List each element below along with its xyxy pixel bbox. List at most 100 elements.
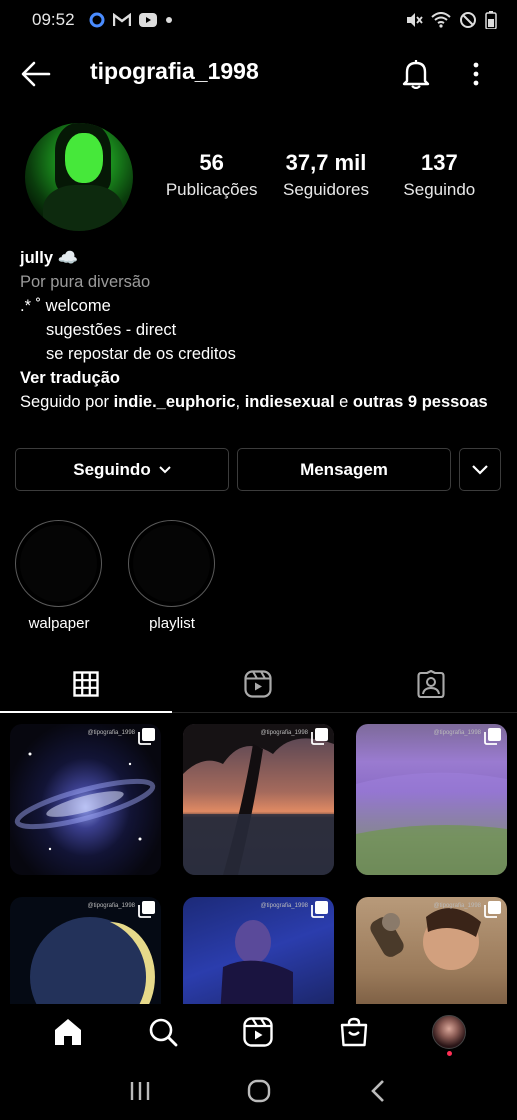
notification-dot: [447, 1051, 453, 1056]
notifications-button[interactable]: [398, 56, 434, 92]
highlight-label: walpaper: [28, 615, 90, 632]
multiple-posts-icon: [484, 728, 501, 745]
home-circle-icon: [247, 1079, 270, 1103]
post-watermark: @tipografia_1998: [433, 903, 481, 909]
bio-line-credits: se repostar de os creditos: [46, 345, 236, 363]
shop-icon: [340, 1017, 368, 1047]
multiple-posts-icon: [138, 728, 155, 745]
highlight-cover: [128, 520, 215, 607]
nav-home[interactable]: [46, 1010, 90, 1054]
stat-following-label: Seguindo: [403, 180, 476, 199]
post-thumbnail-singer-vintage[interactable]: @tipografia_1998: [356, 897, 507, 1004]
post-thumbnail-lavender-field[interactable]: @tipografia_1998: [356, 724, 507, 875]
gmail-icon: [112, 13, 131, 27]
recent-apps-icon: [130, 1082, 149, 1100]
post-thumbnail-car-blue[interactable]: @tipografia_1998: [183, 897, 334, 1004]
post-watermark: @tipografia_1998: [87, 903, 135, 909]
bottom-navigation: [0, 1004, 517, 1060]
post-watermark: @tipografia_1998: [87, 730, 135, 736]
following-button[interactable]: Seguindo: [15, 448, 229, 491]
story-highlights: walpaper playlist: [15, 520, 216, 632]
tab-tagged[interactable]: [345, 655, 517, 712]
grid-icon: [73, 670, 99, 697]
chevron-down-icon: [472, 464, 488, 475]
stat-following-value: 137: [420, 150, 458, 175]
recent-apps-button[interactable]: [118, 1069, 162, 1113]
nav-shop[interactable]: [332, 1010, 376, 1054]
following-button-label: Seguindo: [73, 459, 151, 479]
nav-search[interactable]: [141, 1010, 185, 1054]
post-thumbnail-sunset-tree[interactable]: @tipografia_1998: [183, 724, 334, 875]
followed-by-prefix: Seguido por: [20, 393, 114, 411]
dot-icon: [165, 16, 173, 24]
youtube-icon: [138, 13, 157, 27]
followed-by[interactable]: Seguido por indie._euphoric, indiesexual…: [20, 390, 495, 414]
profile-header: tipografia_1998: [0, 48, 517, 98]
posts-grid: @tipografia_1998 @tipografia_1998 @tipog…: [10, 724, 510, 1004]
highlight-label: playlist: [149, 615, 195, 632]
tab-posts-grid[interactable]: [0, 655, 173, 713]
stat-posts[interactable]: 56 Publicações: [150, 150, 273, 200]
chevron-down-icon: [159, 465, 171, 473]
stat-followers-label: Seguidores: [282, 180, 369, 199]
message-button[interactable]: Mensagem: [237, 448, 451, 491]
see-translation-link[interactable]: Ver tradução: [20, 366, 500, 390]
back-system-button[interactable]: [356, 1069, 400, 1113]
followed-by-and: e: [334, 393, 353, 411]
post-watermark: @tipografia_1998: [433, 730, 481, 736]
wifi-icon: [431, 12, 451, 28]
mute-icon: [405, 11, 423, 29]
stat-followers[interactable]: 37,7 mil Seguidores: [273, 150, 378, 200]
battery-icon: [485, 11, 497, 29]
suggested-accounts-button[interactable]: [459, 448, 501, 491]
highlight-cover: [15, 520, 102, 607]
back-button[interactable]: [18, 56, 54, 92]
circle-app-icon: [89, 12, 105, 28]
more-options-button[interactable]: [460, 56, 492, 92]
status-time: 09:52: [32, 10, 75, 29]
nav-profile[interactable]: [427, 1010, 471, 1056]
message-button-label: Mensagem: [300, 459, 388, 479]
system-navigation: [0, 1062, 517, 1120]
status-right: [405, 11, 497, 29]
stat-posts-value: 56: [199, 150, 224, 175]
profile-stats: 56 Publicações 37,7 mil Seguidores 137 S…: [150, 150, 500, 200]
post-thumbnail-galaxy[interactable]: @tipografia_1998: [10, 724, 161, 875]
status-left: 09:52: [32, 10, 173, 30]
bell-icon: [402, 60, 430, 89]
bio-line-suggestions: sugestões - direct: [46, 321, 177, 339]
stat-posts-label: Publicações: [165, 180, 258, 199]
home-icon: [54, 1019, 81, 1045]
reels-icon: [243, 1017, 274, 1047]
avatar-face: [65, 133, 103, 183]
followed-by-more[interactable]: outras 9 pessoas: [353, 393, 488, 411]
multiple-posts-icon: [311, 728, 328, 745]
dnd-icon: [459, 11, 477, 29]
multiple-posts-icon: [484, 901, 501, 918]
nav-reels[interactable]: [236, 1010, 280, 1054]
back-arrow-icon: [21, 61, 51, 87]
profile-avatar[interactable]: [25, 123, 133, 231]
more-vertical-icon: [473, 62, 479, 86]
display-name: jully ☁️: [20, 249, 79, 267]
highlight-walpaper[interactable]: walpaper: [15, 520, 103, 632]
chevron-left-icon: [370, 1080, 384, 1102]
tagged-icon: [417, 669, 445, 698]
bio-line-welcome: .* ˚ welcome: [20, 297, 111, 315]
search-icon: [149, 1018, 178, 1047]
followed-by-user2[interactable]: indiesexual: [245, 393, 335, 411]
home-system-button[interactable]: [237, 1069, 281, 1113]
post-thumbnail-moon[interactable]: @tipografia_1998: [10, 897, 161, 1004]
profile-category: Por pura diversão: [20, 273, 151, 291]
status-bar: 09:52: [0, 0, 517, 40]
reels-icon: [244, 669, 273, 698]
followed-by-user1[interactable]: indie._euphoric: [114, 393, 236, 411]
profile-username: tipografia_1998: [90, 58, 259, 84]
avatar-body: [43, 185, 123, 231]
stat-followers-value: 37,7 mil: [285, 150, 367, 175]
profile-actions: Seguindo Mensagem: [15, 448, 501, 491]
stat-following[interactable]: 137 Seguindo: [379, 150, 500, 200]
profile-avatar: [432, 1015, 467, 1049]
highlight-playlist[interactable]: playlist: [128, 520, 216, 632]
tab-reels[interactable]: [172, 655, 344, 712]
